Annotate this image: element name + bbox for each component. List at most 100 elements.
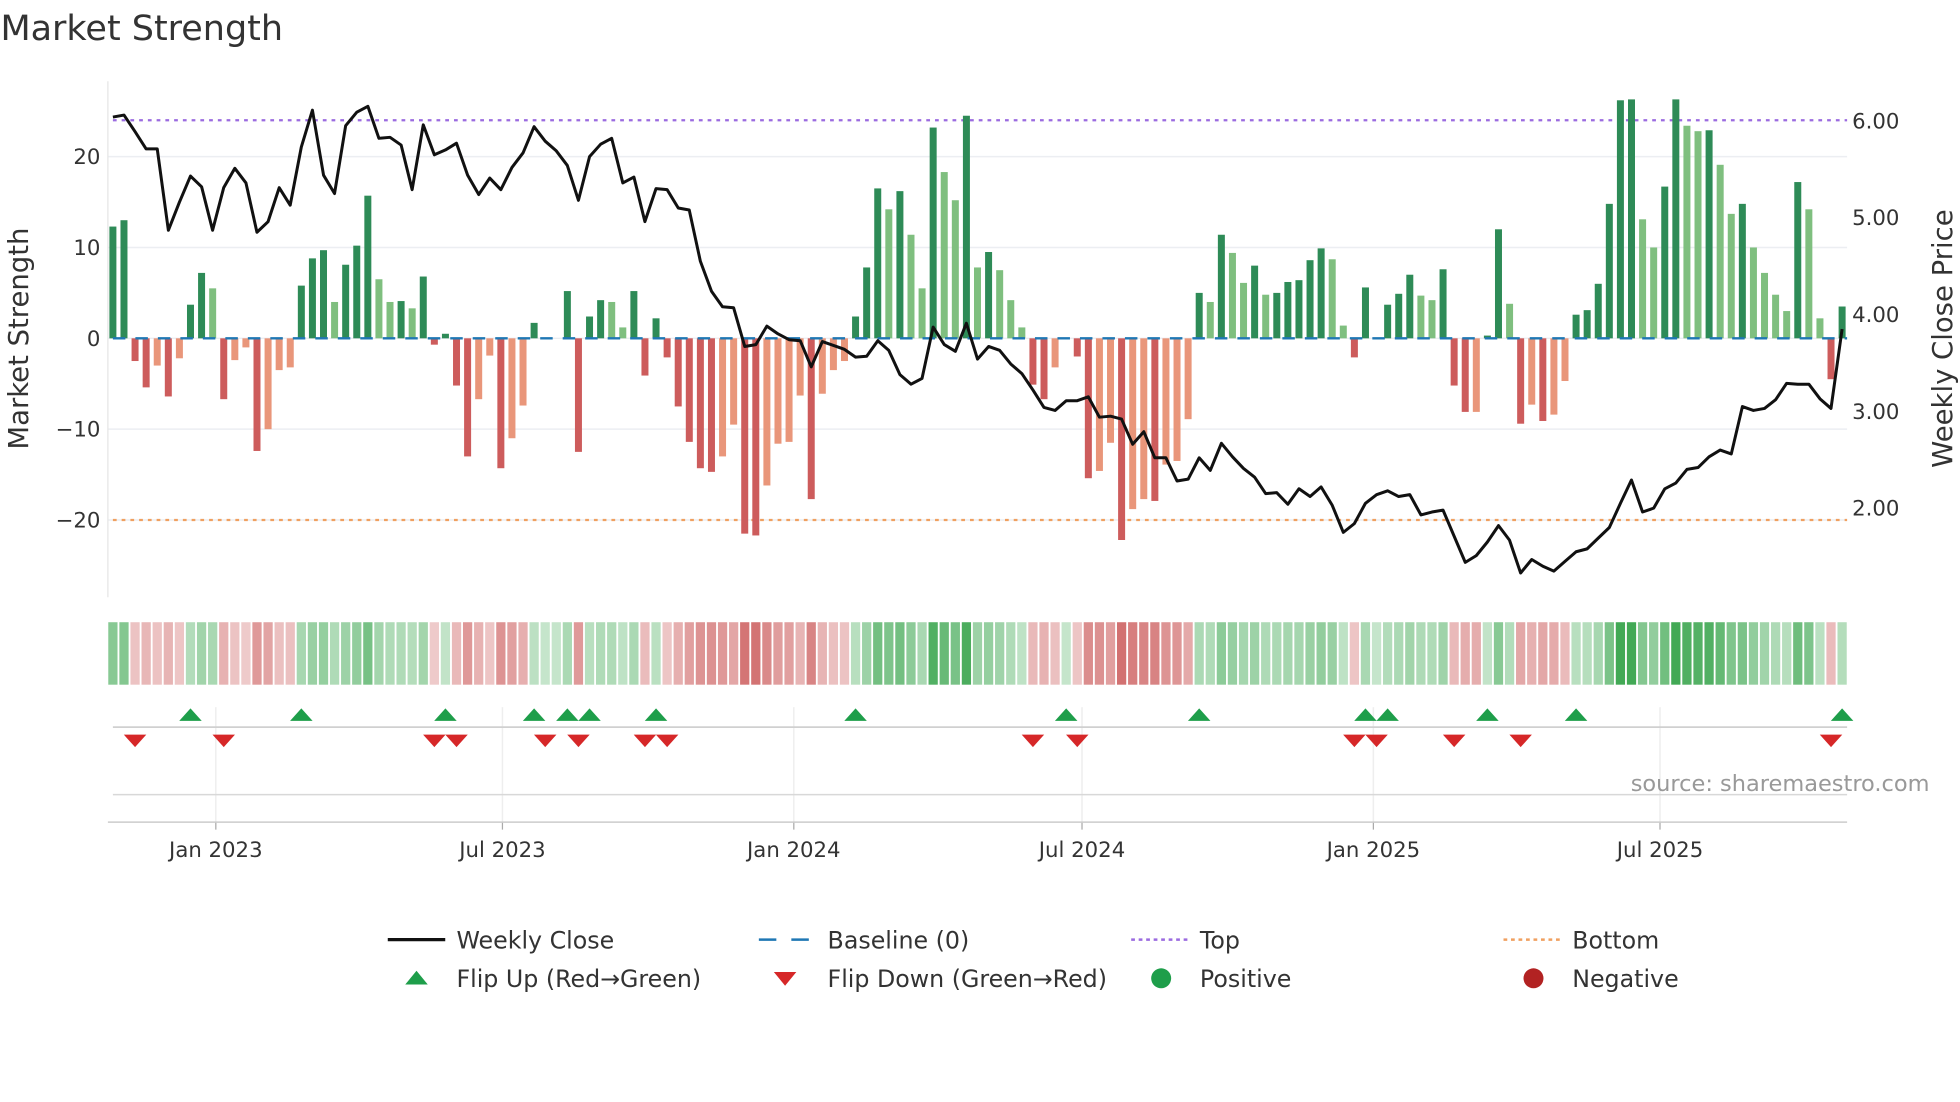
heat-cell bbox=[629, 622, 639, 685]
heat-cell bbox=[1028, 622, 1038, 685]
strength-bar bbox=[1162, 338, 1170, 465]
strength-bar bbox=[1018, 327, 1026, 339]
y-axis-right-label: Weekly Close Price bbox=[1927, 209, 1959, 467]
strength-bar bbox=[342, 264, 350, 339]
heat-cell bbox=[906, 622, 916, 685]
heat-cell bbox=[496, 622, 506, 685]
heat-cell bbox=[1072, 622, 1082, 685]
strength-bar bbox=[1472, 338, 1480, 412]
heat-cell bbox=[1294, 622, 1304, 685]
heat-cell bbox=[1693, 622, 1703, 685]
strength-bar bbox=[308, 258, 316, 339]
heat-cell bbox=[640, 622, 650, 685]
flip-up-marker bbox=[434, 708, 457, 721]
heat-cell bbox=[595, 622, 606, 685]
strength-bar bbox=[1107, 338, 1115, 443]
heat-cell bbox=[152, 622, 162, 685]
heat-cell bbox=[1748, 622, 1759, 685]
strength-bar bbox=[929, 127, 937, 339]
flip-up-marker bbox=[1476, 708, 1499, 721]
strength-bar bbox=[1550, 338, 1558, 415]
heat-cell bbox=[740, 622, 750, 685]
x-tick-label: Jul 2023 bbox=[457, 838, 545, 863]
heat-cell bbox=[418, 622, 428, 685]
legend-label: Negative bbox=[1572, 965, 1678, 993]
heat-cell bbox=[1593, 622, 1603, 685]
heat-cell bbox=[607, 622, 617, 685]
heat-cell bbox=[651, 622, 661, 685]
heat-cell bbox=[1006, 622, 1016, 685]
heat-cell bbox=[1527, 622, 1537, 685]
strength-bar bbox=[441, 333, 449, 339]
strength-bar bbox=[940, 172, 948, 339]
strength-bar bbox=[320, 250, 328, 339]
heat-cell bbox=[1427, 622, 1437, 685]
heat-cell bbox=[1183, 622, 1193, 685]
strength-bar bbox=[1628, 99, 1635, 339]
heat-cell bbox=[1671, 622, 1681, 685]
strength-bar bbox=[497, 338, 505, 469]
strength-bar bbox=[1007, 300, 1015, 339]
heat-cell bbox=[1449, 622, 1459, 685]
strength-bar bbox=[175, 338, 183, 359]
heat-cell bbox=[1682, 622, 1692, 685]
strength-bar bbox=[1639, 219, 1647, 339]
heat-cell bbox=[385, 622, 395, 685]
y-tick-left-label: −20 bbox=[56, 509, 101, 534]
strength-bar bbox=[1339, 325, 1347, 339]
heat-cell bbox=[573, 622, 584, 685]
heat-cell bbox=[1405, 622, 1415, 685]
strength-bar bbox=[719, 338, 727, 457]
strength-bar bbox=[907, 234, 915, 339]
flip-up-marker bbox=[522, 708, 546, 721]
strength-bar bbox=[685, 338, 693, 442]
heat-cell bbox=[1039, 622, 1049, 685]
strength-bar bbox=[1694, 131, 1702, 339]
heat-cell bbox=[862, 622, 872, 685]
heat-cell bbox=[695, 622, 706, 685]
strength-bar bbox=[1583, 310, 1591, 339]
strength-bar bbox=[1350, 338, 1358, 358]
heat-cell bbox=[141, 622, 151, 685]
heat-cell bbox=[684, 622, 694, 685]
strength-bar bbox=[1716, 164, 1724, 339]
strength-bar bbox=[1450, 338, 1458, 386]
heat-cell bbox=[1316, 622, 1326, 685]
heat-cell bbox=[1793, 622, 1803, 685]
strength-bar bbox=[1195, 292, 1203, 339]
y-tick-right-label: 5.00 bbox=[1852, 206, 1899, 231]
strength-bar bbox=[996, 270, 1004, 339]
legend-label: Flip Down (Green→Red) bbox=[828, 965, 1107, 993]
heat-cell bbox=[584, 622, 595, 685]
strength-bar bbox=[186, 304, 194, 339]
heat-cell bbox=[850, 622, 861, 685]
strength-bar bbox=[1650, 247, 1658, 339]
strength-bar bbox=[586, 316, 594, 339]
heat-cell bbox=[1261, 622, 1271, 685]
strength-bar bbox=[1539, 338, 1547, 421]
heat-cell bbox=[307, 622, 318, 685]
heat-cell bbox=[1327, 622, 1337, 685]
strength-bar bbox=[1029, 338, 1037, 385]
strength-bar bbox=[1417, 295, 1425, 339]
heat-cell bbox=[507, 622, 517, 685]
heat-cell bbox=[407, 622, 417, 685]
heat-cell bbox=[274, 622, 284, 685]
heat-cell bbox=[706, 622, 717, 685]
heat-cell bbox=[318, 622, 329, 685]
heat-cell bbox=[462, 622, 473, 685]
strength-bar bbox=[297, 285, 305, 339]
heat-cell bbox=[241, 622, 251, 685]
heat-cell bbox=[1649, 622, 1659, 685]
flip-up-marker bbox=[1830, 708, 1854, 721]
legend-label: Flip Up (Red→Green) bbox=[456, 965, 701, 993]
heat-cell bbox=[1560, 622, 1570, 685]
strength-bar bbox=[918, 288, 926, 339]
strength-bar bbox=[874, 188, 882, 339]
heat-cell bbox=[1161, 622, 1171, 685]
flip-down-marker bbox=[633, 734, 657, 748]
flip-down-marker bbox=[1021, 734, 1045, 748]
heat-cell bbox=[828, 622, 839, 685]
y-tick-left-label: −10 bbox=[56, 418, 101, 443]
heat-cell bbox=[1238, 622, 1249, 685]
